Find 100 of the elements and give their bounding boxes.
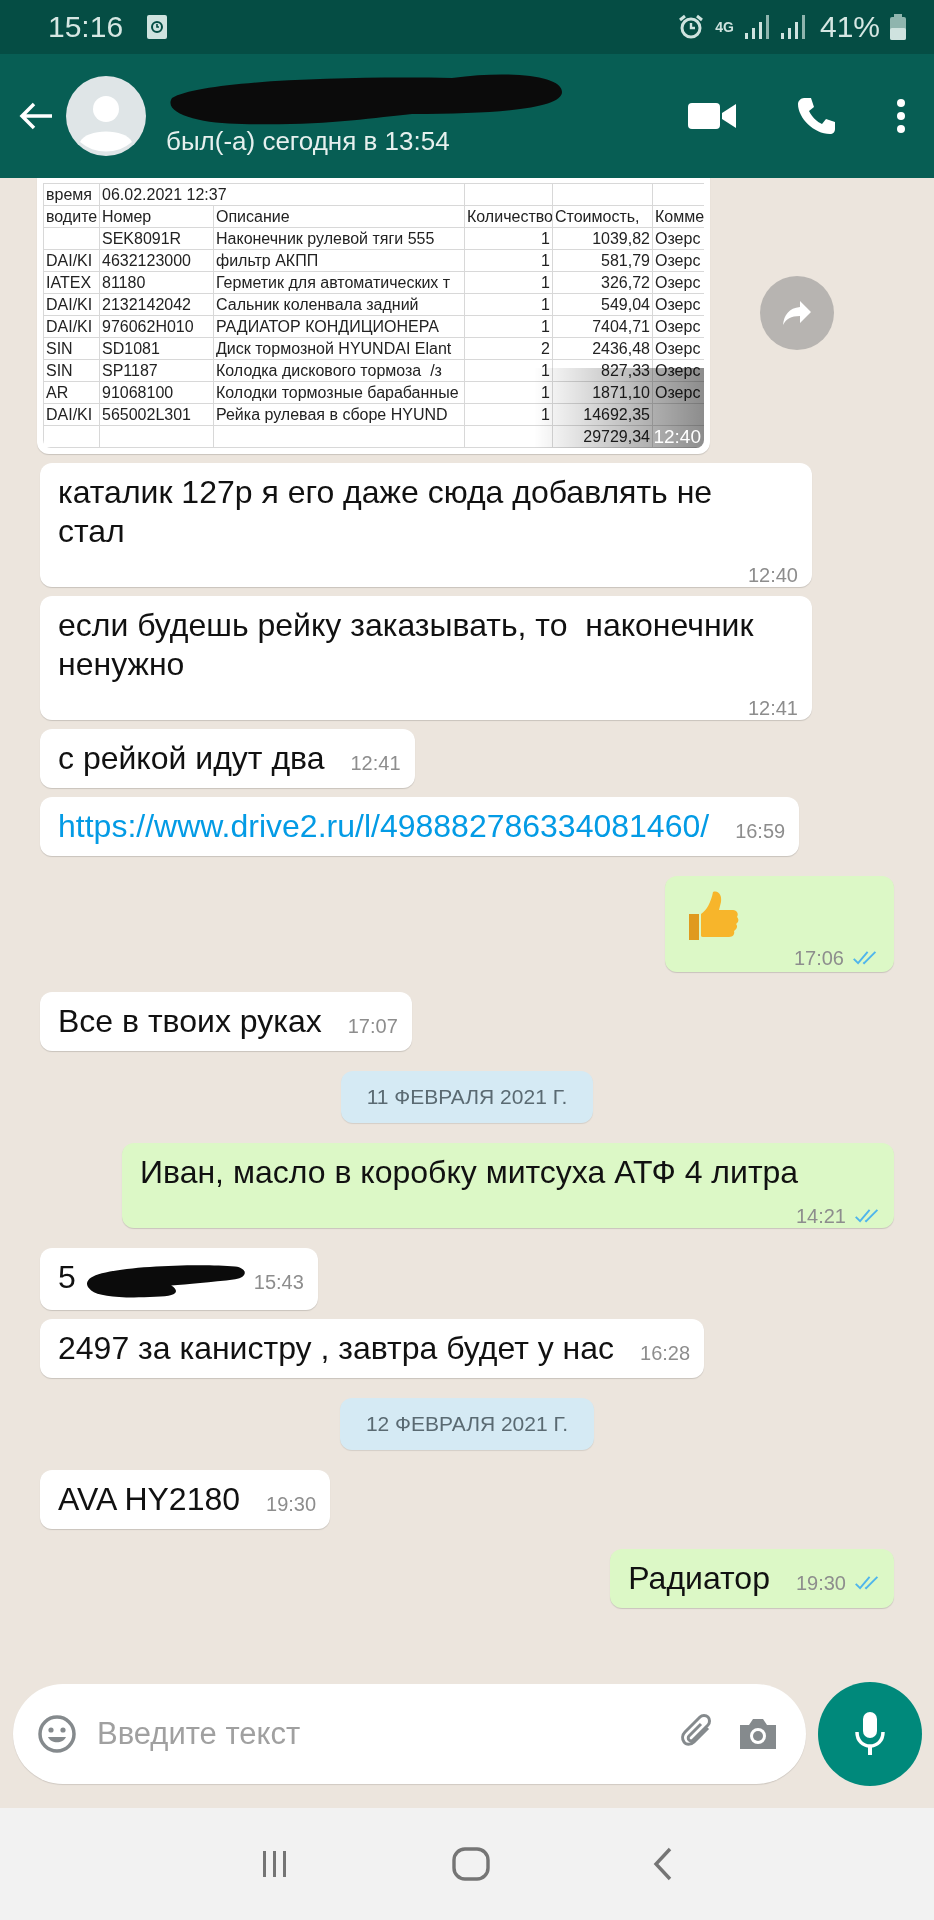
table-cell: Описание [213, 205, 465, 228]
table-cell: Количество [464, 205, 553, 228]
battery-icon [890, 14, 906, 40]
table-cell: Озерс [655, 383, 701, 401]
date-chip: 12 ФЕВРАЛЯ 2021 Г. [339, 1397, 595, 1450]
table-cell: 2436,48 [592, 339, 650, 357]
battery-percent: 41% [819, 10, 880, 44]
signal-icon [743, 15, 770, 39]
table-cell: 1 [541, 405, 550, 423]
table-cell: 565002L301 [102, 405, 191, 423]
alarm-icon [677, 13, 706, 41]
message-text: Все в твоих руках [58, 1002, 322, 1041]
date-chip: 11 ФЕВРАЛЯ 2021 Г. [340, 1071, 594, 1123]
last-seen-status: был(-а) сегодня в 13:54 [166, 125, 451, 157]
table-cell: SP1187 [102, 361, 158, 379]
back-arrow-icon[interactable] [18, 101, 54, 131]
signal-icon [779, 15, 806, 39]
message-link[interactable]: https://www.drive2.ru/l/498882786334081460/ [58, 808, 710, 844]
table-cell: фильтр АКПП [216, 251, 319, 269]
message-time: 12:41 [747, 698, 798, 718]
table-cell: 1 [541, 295, 550, 313]
message-text: Радиатор [628, 1558, 770, 1598]
table-cell: Герметик для автоматических т [216, 273, 451, 291]
table-cell: 2132142042 [102, 295, 191, 313]
table-cell: 14692,35 [583, 405, 650, 423]
message-text: 2497 за канистру , завтра будет у нас [58, 1328, 615, 1368]
table-cell: 976062H010 [102, 317, 194, 335]
table-cell: Озерс [655, 317, 701, 335]
table-cell: Наконечник рулевой тяги 555 [216, 229, 435, 247]
message-text: AVA HY2180 [58, 1479, 241, 1519]
table-cell: 1871,10 [592, 383, 650, 401]
table-cell: 4632123000 [102, 251, 191, 269]
table-cell: DAI/KI [46, 317, 93, 335]
table-cell: 326,72 [601, 273, 650, 291]
table-cell: 81180 [102, 273, 146, 291]
video-call-icon[interactable] [688, 101, 736, 131]
avatar-icon[interactable] [66, 76, 146, 156]
table-cell: Колодка дискового тормоза /з [216, 361, 442, 379]
message-composer[interactable]: Введите текст [13, 1684, 806, 1784]
message-time: 16:28 [640, 1342, 691, 1363]
table-cell: 827,33 [601, 361, 650, 379]
table-cell: время [43, 183, 100, 206]
camera-icon[interactable] [738, 1717, 778, 1751]
table-cell: Озерс [655, 295, 701, 313]
message-time: 16:59 [735, 821, 786, 841]
table-cell: 581,79 [601, 251, 650, 269]
phone-icon[interactable] [796, 96, 836, 136]
table-cell: AR [46, 383, 69, 401]
table-cell: DAI/KI [46, 251, 93, 269]
table-cell: 1 [541, 251, 550, 269]
table-cell: 7404,71 [592, 317, 650, 335]
home-icon[interactable] [451, 1847, 491, 1881]
table-cell: Озерс [655, 273, 701, 291]
table-cell: Номер [99, 205, 214, 228]
message-time: 19:30 [266, 1493, 317, 1514]
message-time: 17:06 [793, 948, 878, 968]
more-options-icon[interactable] [896, 98, 906, 134]
table-cell: Рейка рулевая в сборе HYUND [216, 405, 448, 423]
table-cell: Озерс [655, 251, 701, 269]
table-cell: 2 [541, 339, 550, 357]
message-time: 12:40 [747, 565, 798, 585]
calendar-icon [147, 15, 168, 39]
message-time: 19:30 [795, 1572, 880, 1593]
clock-time: 15:16 [48, 10, 124, 44]
table-cell: DAI/KI [46, 405, 93, 423]
emoji-icon[interactable] [37, 1714, 77, 1754]
table-cell: Озерс [655, 229, 701, 247]
table-cell: SIN [46, 361, 73, 379]
table-cell: Стоимость, [552, 205, 653, 228]
table-cell: SIN [46, 339, 73, 357]
message-text: 5 [58, 1258, 76, 1297]
table-cell: 1 [541, 383, 550, 401]
message-time: 15:43 [253, 1272, 304, 1292]
table-cell: SEK8091R [102, 229, 182, 247]
message-text: каталик 127р я его даже сюда добавлять не стал [58, 473, 714, 551]
table-cell: Озерс [655, 339, 701, 357]
back-icon[interactable] [651, 1847, 674, 1881]
message-time: 12:41 [350, 753, 401, 773]
table-cell: Колодки тормозные барабанные [216, 383, 459, 401]
table-cell: 91068100 [102, 383, 174, 401]
table-cell: Диск тормозной HYUNDAI Elant [216, 339, 452, 357]
message-time: 12:40 [653, 427, 701, 447]
table-cell: IATEX [46, 273, 92, 291]
message-text: если будешь рейку заказывать, то наконечник ненужно [58, 606, 755, 684]
microphone-icon[interactable] [855, 1712, 885, 1756]
message-text: Иван, масло в коробку митсуха АТФ 4 литра [140, 1153, 799, 1192]
table-cell: РАДИАТОР КОНДИЦИОНЕРА [216, 317, 439, 335]
message-time: 14:21 [795, 1206, 880, 1226]
table-cell: 29729,34 [583, 427, 650, 445]
table-cell: 1 [541, 317, 550, 335]
message-input-field[interactable]: Введите текст [95, 1715, 662, 1753]
message-time: 17:07 [347, 1016, 398, 1036]
table-cell: 1 [541, 273, 550, 291]
table-cell: 549,04 [601, 295, 650, 313]
table-cell: DAI/KI [46, 295, 93, 313]
table-cell: SD1081 [102, 339, 160, 357]
table-cell: 06.02.2021 12:37 [99, 183, 465, 206]
table-cell: 1039,82 [592, 229, 650, 247]
network-type: 4G [715, 19, 734, 35]
message-text: с рейкой идут два [58, 739, 325, 778]
